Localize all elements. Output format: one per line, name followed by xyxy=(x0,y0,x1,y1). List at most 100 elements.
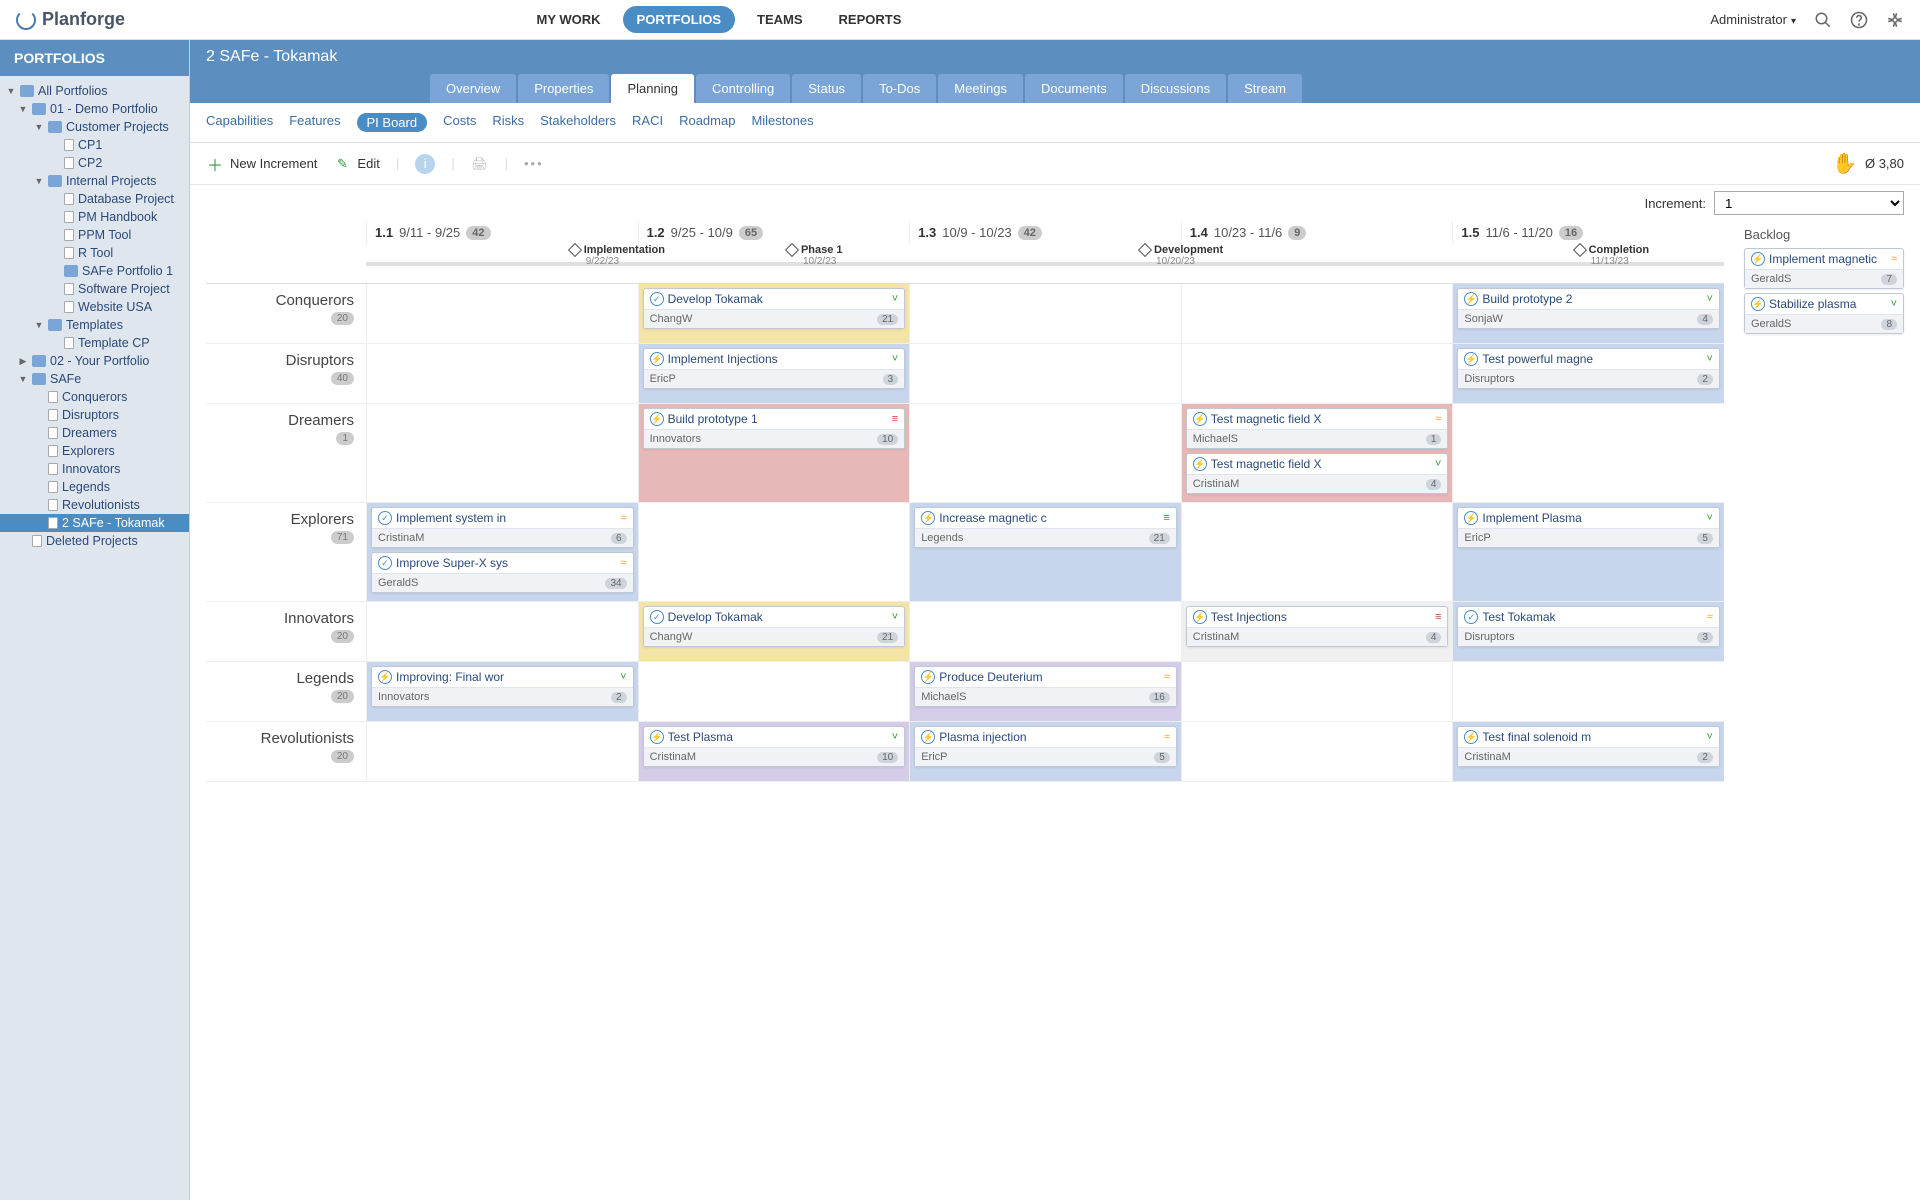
card[interactable]: Implement Injections ˅ EricP 3 xyxy=(643,348,906,389)
cell-empty[interactable] xyxy=(1181,284,1453,343)
cell-empty[interactable] xyxy=(366,344,638,403)
tab-properties[interactable]: Properties xyxy=(518,74,609,103)
info-button[interactable]: i xyxy=(415,154,435,174)
milestone-completion[interactable]: Completion11/13/23 xyxy=(1575,244,1650,267)
tree-safe[interactable]: ▼SAFe xyxy=(0,370,189,388)
tree-internal-projects[interactable]: ▼Internal Projects xyxy=(0,172,189,190)
tree-disruptors[interactable]: Disruptors xyxy=(0,406,189,424)
subtab-milestones[interactable]: Milestones xyxy=(751,113,813,132)
tab-overview[interactable]: Overview xyxy=(430,74,516,103)
card[interactable]: Implement Plasma ˅ EricP 5 xyxy=(1457,507,1720,548)
tree-software-project[interactable]: Software Project xyxy=(0,280,189,298)
tree-website-usa[interactable]: Website USA xyxy=(0,298,189,316)
tree-demo-portfolio[interactable]: ▼01 - Demo Portfolio xyxy=(0,100,189,118)
card[interactable]: Test magnetic field X ˅ CristinaM 4 xyxy=(1186,453,1449,494)
cell-empty[interactable] xyxy=(1452,662,1724,721)
cell-empty[interactable] xyxy=(909,284,1181,343)
tree-conquerors[interactable]: Conquerors xyxy=(0,388,189,406)
card[interactable]: Produce Deuterium ≈ MichaelS 16 xyxy=(914,666,1177,707)
cell-empty[interactable] xyxy=(638,503,910,601)
card[interactable]: Develop Tokamak ˅ ChangW 21 xyxy=(643,606,906,647)
cell-empty[interactable] xyxy=(909,602,1181,661)
subtab-risks[interactable]: Risks xyxy=(492,113,524,132)
cell[interactable]: Implement Injections ˅ EricP 3 xyxy=(638,344,910,403)
subtab-features[interactable]: Features xyxy=(289,113,340,132)
card[interactable]: Stabilize plasma ˅ GeraldS 8 xyxy=(1744,293,1904,334)
cell[interactable]: Increase magnetic c ≡ Legends 21 xyxy=(909,503,1181,601)
tree-customer-projects[interactable]: ▼Customer Projects xyxy=(0,118,189,136)
cell-empty[interactable] xyxy=(1181,503,1453,601)
card[interactable]: Test Injections ≡ CristinaM 4 xyxy=(1186,606,1449,647)
milestone-phase-1[interactable]: Phase 110/2/23 xyxy=(787,244,843,267)
cell[interactable]: Implement system in ≈ CristinaM 6 Improv… xyxy=(366,503,638,601)
cell[interactable]: Test magnetic field X ≈ MichaelS 1 Test … xyxy=(1181,404,1453,502)
help-icon[interactable] xyxy=(1850,11,1868,29)
search-icon[interactable] xyxy=(1814,11,1832,29)
cell[interactable]: Test final solenoid m ˅ CristinaM 2 xyxy=(1452,722,1724,781)
cell[interactable]: Plasma injection ≈ EricP 5 xyxy=(909,722,1181,781)
cell-empty[interactable] xyxy=(366,722,638,781)
tab-discussions[interactable]: Discussions xyxy=(1125,74,1226,103)
tab-meetings[interactable]: Meetings xyxy=(938,74,1023,103)
settings-icon[interactable] xyxy=(1886,11,1904,29)
user-menu[interactable]: Administrator xyxy=(1710,12,1796,27)
card[interactable]: Test magnetic field X ≈ MichaelS 1 xyxy=(1186,408,1449,449)
card[interactable]: Improve Super-X sys ≈ GeraldS 34 xyxy=(371,552,634,593)
milestone-implementation[interactable]: Implementation9/22/23 xyxy=(570,244,665,267)
tree-r-tool[interactable]: R Tool xyxy=(0,244,189,262)
card[interactable]: Improving: Final wor ˅ Innovators 2 xyxy=(371,666,634,707)
subtab-costs[interactable]: Costs xyxy=(443,113,476,132)
tab-controlling[interactable]: Controlling xyxy=(696,74,790,103)
cell-empty[interactable] xyxy=(909,404,1181,502)
card[interactable]: Build prototype 1 ≡ Innovators 10 xyxy=(643,408,906,449)
cell-empty[interactable] xyxy=(638,662,910,721)
cell[interactable]: Build prototype 1 ≡ Innovators 10 xyxy=(638,404,910,502)
cell[interactable]: Produce Deuterium ≈ MichaelS 16 xyxy=(909,662,1181,721)
card[interactable]: Develop Tokamak ˅ ChangW 21 xyxy=(643,288,906,329)
tree-database[interactable]: Database Project xyxy=(0,190,189,208)
tree-legends[interactable]: Legends xyxy=(0,478,189,496)
milestone-development[interactable]: Development10/20/23 xyxy=(1140,244,1223,267)
cell[interactable]: Test Injections ≡ CristinaM 4 xyxy=(1181,602,1453,661)
cell-empty[interactable] xyxy=(366,404,638,502)
tab-planning[interactable]: Planning xyxy=(611,74,694,103)
topnav-reports[interactable]: REPORTS xyxy=(825,6,916,33)
cell[interactable]: Build prototype 2 ˅ SonjaW 4 xyxy=(1452,284,1724,343)
tree-your-portfolio[interactable]: ▶02 - Your Portfolio xyxy=(0,352,189,370)
cell-empty[interactable] xyxy=(1181,722,1453,781)
tab-to-dos[interactable]: To-Dos xyxy=(863,74,936,103)
cell[interactable]: Implement Plasma ˅ EricP 5 xyxy=(1452,503,1724,601)
increment-select[interactable]: 1 xyxy=(1714,191,1904,215)
tab-stream[interactable]: Stream xyxy=(1228,74,1302,103)
card[interactable]: Test final solenoid m ˅ CristinaM 2 xyxy=(1457,726,1720,767)
cell[interactable]: Test powerful magne ˅ Disruptors 2 xyxy=(1452,344,1724,403)
tree-safe-tokamak[interactable]: 2 SAFe - Tokamak xyxy=(0,514,189,532)
cell-empty[interactable] xyxy=(366,602,638,661)
tree-safe-portfolio-1[interactable]: SAFe Portfolio 1 xyxy=(0,262,189,280)
tree-all-portfolios[interactable]: ▼All Portfolios xyxy=(0,82,189,100)
tree-pm-handbook[interactable]: PM Handbook xyxy=(0,208,189,226)
tree-template-cp[interactable]: Template CP xyxy=(0,334,189,352)
cell-empty[interactable] xyxy=(1181,344,1453,403)
cell[interactable]: Test Plasma ˅ CristinaM 10 xyxy=(638,722,910,781)
cell-empty[interactable] xyxy=(909,344,1181,403)
tab-documents[interactable]: Documents xyxy=(1025,74,1123,103)
cell-empty[interactable] xyxy=(1181,662,1453,721)
card[interactable]: Increase magnetic c ≡ Legends 21 xyxy=(914,507,1177,548)
tree-cp2[interactable]: CP2 xyxy=(0,154,189,172)
card[interactable]: Implement system in ≈ CristinaM 6 xyxy=(371,507,634,548)
topnav-my-work[interactable]: MY WORK xyxy=(523,6,615,33)
edit-button[interactable]: ✎ Edit xyxy=(333,155,379,173)
subtab-raci[interactable]: RACI xyxy=(632,113,663,132)
tree-cp1[interactable]: CP1 xyxy=(0,136,189,154)
hand-icon[interactable]: ✋ xyxy=(1832,151,1857,176)
card[interactable]: Implement magnetic ≈ GeraldS 7 xyxy=(1744,248,1904,289)
tab-status[interactable]: Status xyxy=(792,74,861,103)
cell-empty[interactable] xyxy=(366,284,638,343)
cell[interactable]: Develop Tokamak ˅ ChangW 21 xyxy=(638,602,910,661)
new-increment-button[interactable]: ＋ New Increment xyxy=(206,155,317,173)
subtab-pi-board[interactable]: PI Board xyxy=(357,113,428,132)
tree-dreamers[interactable]: Dreamers xyxy=(0,424,189,442)
card[interactable]: Test powerful magne ˅ Disruptors 2 xyxy=(1457,348,1720,389)
cell[interactable]: Test Tokamak ≈ Disruptors 3 xyxy=(1452,602,1724,661)
